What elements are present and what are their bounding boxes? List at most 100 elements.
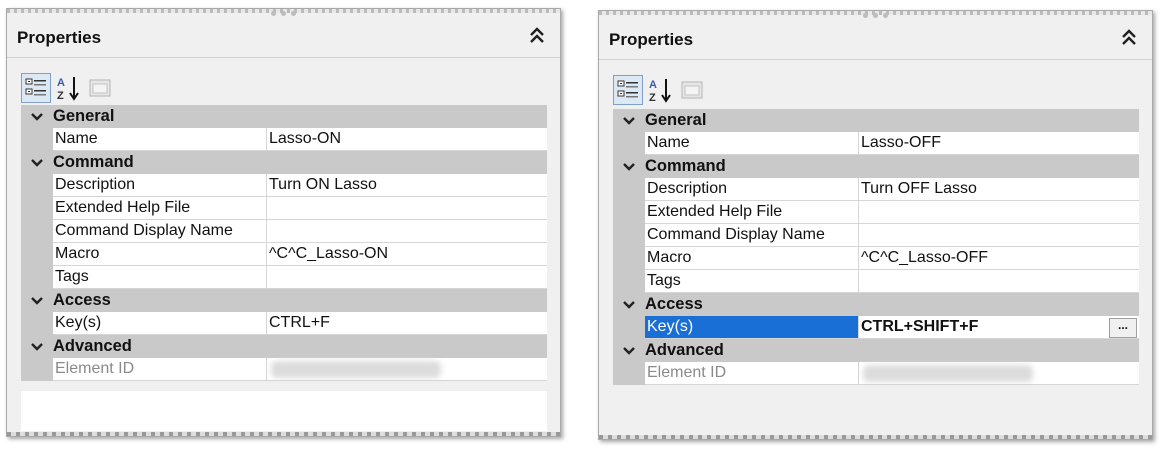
chevron-down-icon[interactable]	[613, 300, 645, 310]
collapse-double-chevron-icon[interactable]	[1120, 27, 1142, 51]
property-toolbar: A Z	[21, 73, 115, 103]
category-access[interactable]: Access	[21, 289, 547, 312]
alphabetical-sort-button[interactable]: A Z	[53, 73, 83, 103]
category-label: Command	[53, 153, 134, 171]
grid-empty-area	[21, 391, 547, 431]
property-key: Element ID	[645, 362, 859, 385]
property-value[interactable]: CTRL+F	[267, 312, 547, 335]
property-pages-icon	[681, 81, 703, 99]
property-row-element-id[interactable]: Element ID	[21, 358, 547, 381]
category-general[interactable]: General	[613, 109, 1139, 132]
svg-text:Z: Z	[57, 90, 64, 102]
chevron-down-icon[interactable]	[21, 296, 53, 306]
category-advanced[interactable]: Advanced	[613, 339, 1139, 362]
property-value[interactable]	[267, 266, 547, 289]
property-row-name[interactable]: Name Lasso-OFF	[613, 132, 1139, 155]
property-row-macro[interactable]: Macro ^C^C_Lasso-ON	[21, 243, 547, 266]
property-key: Element ID	[53, 358, 267, 381]
property-row-tags[interactable]: Tags	[613, 270, 1139, 293]
torn-edge-bottom	[7, 432, 560, 436]
grip-handle[interactable]	[855, 13, 895, 18]
property-value[interactable]: Lasso-ON	[267, 128, 547, 151]
keys-value-text[interactable]: CTRL+SHIFT+F	[861, 318, 978, 335]
property-value[interactable]	[859, 201, 1139, 224]
property-key: Extended Help File	[53, 197, 267, 220]
property-row-keys[interactable]: Key(s) CTRL+F	[21, 312, 547, 335]
property-row-description[interactable]: Description Turn ON Lasso	[21, 174, 547, 197]
property-row-tags[interactable]: Tags	[21, 266, 547, 289]
category-label: Advanced	[53, 337, 132, 355]
properties-panel-left: Properties A Z General Name Lasso-ON Com…	[6, 8, 561, 437]
categorized-view-icon	[617, 80, 638, 98]
property-key: Name	[645, 132, 859, 155]
category-general[interactable]: General	[21, 105, 547, 128]
category-label: Advanced	[645, 341, 724, 359]
property-key: Key(s)	[645, 316, 859, 339]
property-key: Extended Help File	[645, 201, 859, 224]
property-toolbar: A Z	[613, 75, 707, 105]
property-value[interactable]: ^C^C_Lasso-OFF	[859, 247, 1139, 270]
property-value[interactable]	[267, 220, 547, 243]
property-pages-button[interactable]	[85, 73, 115, 103]
collapse-double-chevron-icon[interactable]	[528, 25, 550, 49]
grid-empty-area	[613, 393, 1139, 433]
chevron-down-icon[interactable]	[21, 112, 53, 122]
property-value[interactable]: Lasso-OFF	[859, 132, 1139, 155]
category-label: General	[645, 111, 707, 129]
property-key: Command Display Name	[53, 220, 267, 243]
property-row-name[interactable]: Name Lasso-ON	[21, 128, 547, 151]
property-key: Name	[53, 128, 267, 151]
property-value[interactable]: Turn ON Lasso	[267, 174, 547, 197]
property-pages-button[interactable]	[677, 75, 707, 105]
property-key: Key(s)	[53, 312, 267, 335]
property-value[interactable]: CTRL+SHIFT+F ...	[859, 316, 1139, 339]
property-row-command-display-name[interactable]: Command Display Name	[613, 224, 1139, 247]
properties-panel-right: Properties A Z General Name Lasso-OFF Co…	[598, 10, 1153, 440]
property-row-macro[interactable]: Macro ^C^C_Lasso-OFF	[613, 247, 1139, 270]
grip-handle[interactable]	[263, 11, 303, 16]
property-row-command-display-name[interactable]: Command Display Name	[21, 220, 547, 243]
redacted-value	[863, 365, 1033, 382]
svg-text:A: A	[57, 77, 65, 89]
chevron-down-icon[interactable]	[613, 346, 645, 356]
category-label: Access	[53, 291, 111, 309]
category-advanced[interactable]: Advanced	[21, 335, 547, 358]
category-access[interactable]: Access	[613, 293, 1139, 316]
property-row-description[interactable]: Description Turn OFF Lasso	[613, 178, 1139, 201]
property-key: Tags	[53, 266, 267, 289]
property-key: Tags	[645, 270, 859, 293]
category-command[interactable]: Command	[21, 151, 547, 174]
chevron-down-icon[interactable]	[21, 158, 53, 168]
panel-title: Properties	[609, 30, 694, 49]
categorized-view-icon	[25, 78, 46, 96]
chevron-down-icon[interactable]	[613, 116, 645, 126]
property-value[interactable]	[267, 197, 547, 220]
alphabetical-sort-icon: A Z	[57, 77, 79, 102]
category-command[interactable]: Command	[613, 155, 1139, 178]
property-value[interactable]: Turn OFF Lasso	[859, 178, 1139, 201]
property-key: Macro	[645, 247, 859, 270]
property-key: Description	[53, 174, 267, 197]
property-row-extended-help-file[interactable]: Extended Help File	[613, 201, 1139, 224]
property-value[interactable]: ^C^C_Lasso-ON	[267, 243, 547, 266]
property-value[interactable]	[859, 270, 1139, 293]
alphabetical-sort-button[interactable]: A Z	[645, 75, 675, 105]
property-value	[267, 358, 547, 381]
property-row-keys-selected[interactable]: Key(s) CTRL+SHIFT+F ...	[613, 316, 1139, 339]
categorized-view-button[interactable]	[21, 73, 51, 103]
property-key: Command Display Name	[645, 224, 859, 247]
property-row-extended-help-file[interactable]: Extended Help File	[21, 197, 547, 220]
property-key: Macro	[53, 243, 267, 266]
chevron-down-icon[interactable]	[21, 342, 53, 352]
category-label: Access	[645, 295, 703, 313]
panel-title: Properties	[17, 28, 102, 47]
redacted-value	[271, 361, 441, 378]
svg-text:A: A	[649, 79, 657, 91]
categorized-view-button[interactable]	[613, 75, 643, 105]
chevron-down-icon[interactable]	[613, 162, 645, 172]
edit-keys-button[interactable]: ...	[1109, 318, 1137, 338]
category-label: Command	[645, 157, 726, 175]
property-row-element-id[interactable]: Element ID	[613, 362, 1139, 385]
panel-titlebar: Properties	[599, 21, 1152, 60]
property-value[interactable]	[859, 224, 1139, 247]
